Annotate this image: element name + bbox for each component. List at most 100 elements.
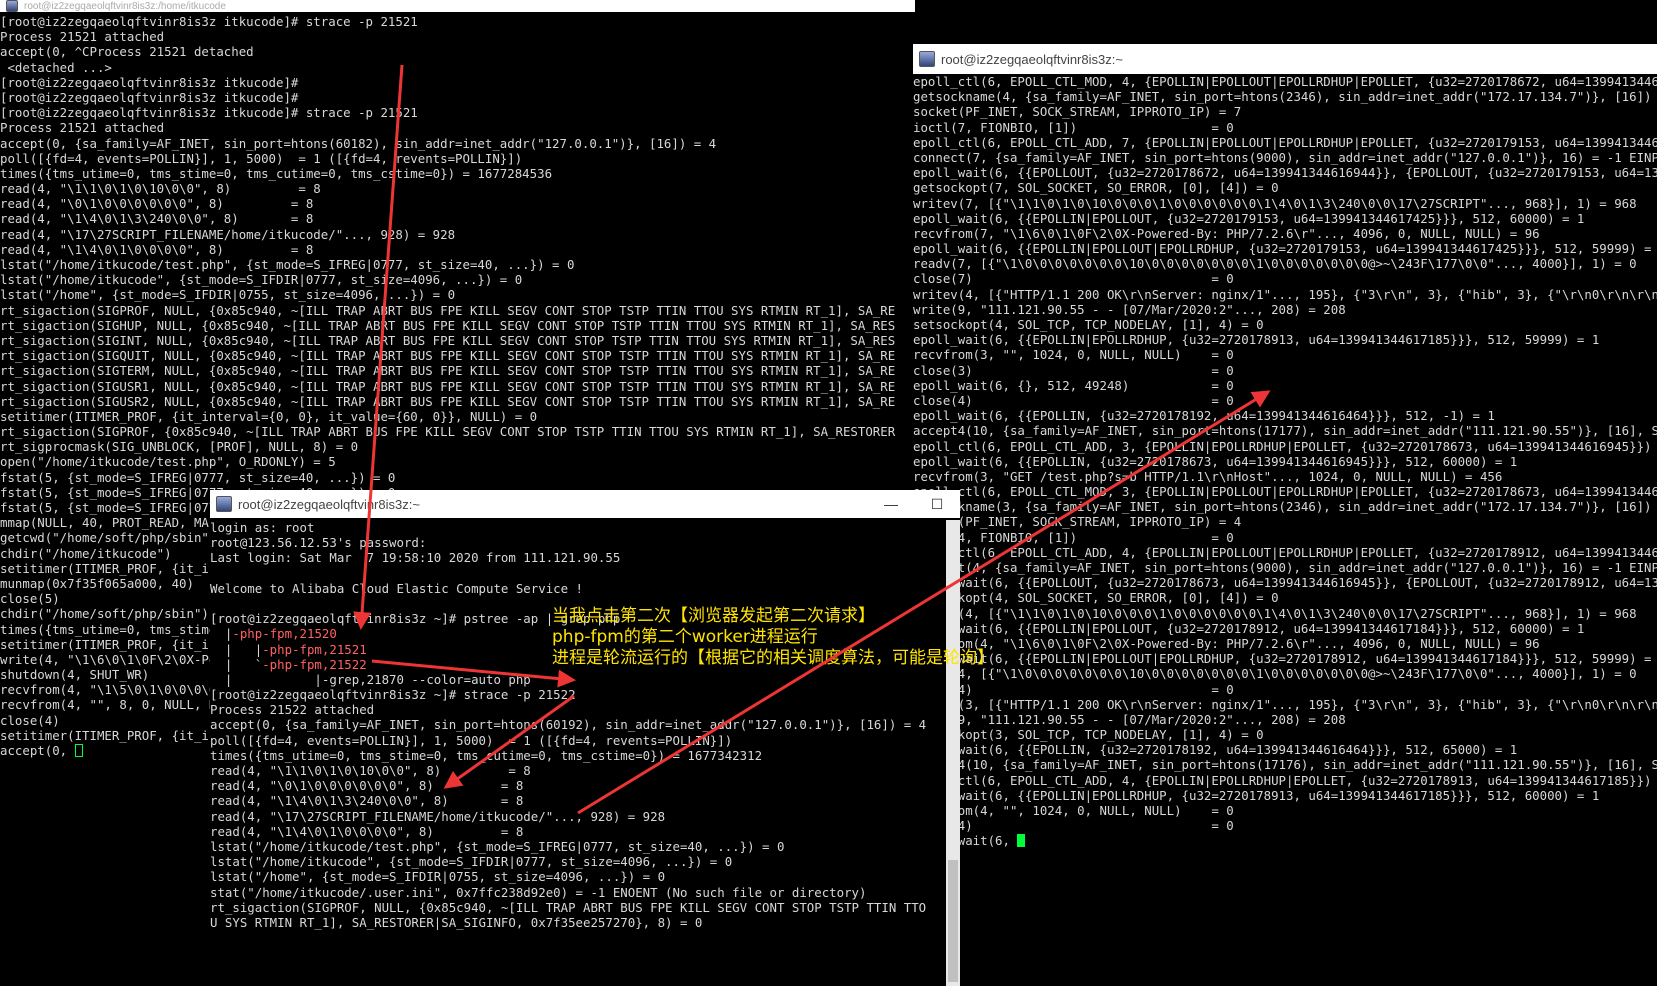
terminal-line: lstat("/home", {st_mode=S_IFDIR|0755, st… — [0, 287, 456, 303]
terminal-line: readv(7, [{"\1\0\0\0\0\0\0\0\10\0\0\0\0\… — [913, 256, 1637, 272]
terminal-line: read(4, "\17\27SCRIPT_FILENAME/home/itku… — [210, 808, 666, 824]
maximize-button[interactable]: ☐ — [914, 496, 960, 513]
terminal-line: ioctl(7, FIONBIO, [1]) = 0 — [913, 119, 1234, 135]
terminal-line: rt_sigprocmask(SIG_UNBLOCK, [PROF], NULL… — [0, 439, 359, 455]
annotation-line-2: php-fpm的第二个worker进程运行 — [552, 627, 818, 647]
terminal-line: epoll_ctl(6, EPOLL_CTL_MOD, 3, {EPOLLIN|… — [913, 484, 1657, 500]
pstree-process: -php-fpm,21522 — [262, 656, 367, 672]
terminal-line: recvfrom(3, "", 1024, 0, NULL, NULL) = 0 — [913, 347, 1234, 363]
annotation-line-3: 进程是轮流运行的【根据它的相关调度算法，可能是轮询】 — [552, 648, 994, 668]
terminal-line: poll([{fd=4, events=POLLIN}], 1, 5000) =… — [0, 150, 523, 166]
terminal-line: recvfrom(4, "", 1024, 0, NULL, NULL) = 0 — [913, 803, 1234, 818]
terminal-line: lstat("/home/itkucode/test.php", {st_mod… — [210, 838, 785, 854]
terminal-line: epoll_wait(6, {{EPOLLIN, {u32=2720178673… — [913, 453, 1518, 469]
terminal-line: rt_sigaction(SIGINT, NULL, {0x85c940, ~[… — [0, 332, 896, 348]
terminal-line: setsockopt(3, SOL_TCP, TCP_NODELAY, [1],… — [913, 727, 1264, 743]
front-window-titlebar[interactable]: root@iz2zegqaeolqftvinr8is3z:~ — ☐ — [210, 490, 960, 518]
terminal-line: epoll_wait(6, {{EPOLLIN|EPOLLOUT, {u32=2… — [913, 210, 1585, 226]
terminal-line: read(4, "\1\4\0\1\0\0\0\0", 8) = 8 — [210, 823, 524, 839]
terminal-line: getsockname(3, {sa_family=AF_INET, sin_p… — [913, 499, 1657, 515]
terminal-line: lstat("/home/itkucode", {st_mode=S_IFDIR… — [210, 854, 733, 870]
terminal-line: recvfrom(3, "GET /test.php?s=b HTTP/1.1\… — [913, 468, 1503, 484]
terminal-line: setitimer(ITIMER_PROF, {it_interval={0, … — [0, 408, 538, 424]
terminal-line: readv(4, [{"\1\0\0\0\0\0\0\0\10\0\0\0\0\… — [913, 666, 1637, 682]
terminal-line: rt_sigaction(SIGPROF, NULL, {0x85c940, ~… — [0, 302, 896, 318]
front-window-scrollbar[interactable] — [946, 520, 960, 986]
terminal-line: lstat("/home/itkucode/test.php", {st_mod… — [0, 257, 575, 272]
terminal-line: [root@iz2zegqaeolqftvinr8is3z itkucode]#… — [0, 105, 418, 121]
terminal-line: connect(7, {sa_family=AF_INET, sin_port=… — [913, 149, 1657, 165]
terminal-line: close(4) = 0 — [913, 818, 1234, 834]
terminal-line: socket(PF_INET, SOCK_STREAM, IPPROTO_IP)… — [913, 514, 1242, 530]
terminal-line: accept4(10, {sa_family=AF_INET, sin_port… — [913, 757, 1657, 773]
terminal-line: login as: root — [210, 520, 315, 535]
terminal-cursor — [1017, 834, 1026, 848]
terminal-line: epoll_ctl(6, EPOLL_CTL_MOD, 4, {EPOLLIN|… — [913, 74, 1657, 89]
terminal-line: writev(7, [{"\1\1\0\1\0\10\0\0\0\1\0\0\0… — [913, 195, 1637, 211]
front-terminal-output[interactable]: login as: root root@123.56.12.53's passwo… — [210, 520, 946, 986]
terminal-line: socket(PF_INET, SOCK_STREAM, IPPROTO_IP)… — [913, 104, 1242, 120]
terminal-line: [root@iz2zegqaeolqftvinr8is3z ~]# strace… — [210, 687, 576, 703]
terminal-line: close(4) = 0 — [913, 392, 1234, 408]
terminal-line: epoll_wait(6, {{EPOLLOUT, {u32=272017867… — [913, 165, 1657, 181]
scrollbar-thumb[interactable] — [948, 860, 958, 982]
top-window-titlebar[interactable]: root@iz2zegqaeolqftvinr8is3z:/home/itkuc… — [0, 0, 915, 12]
terminal-line: writev(4, [{"\1\1\0\1\0\10\0\0\0\1\0\0\0… — [913, 605, 1637, 621]
terminal-line: <detached ...> — [0, 59, 112, 75]
terminal-line: fstat(5, {st_mode=S_IFREG|0777, st_size=… — [0, 469, 396, 485]
terminal-line: Process 21522 attached — [210, 702, 375, 718]
right-terminal-output[interactable]: epoll_ctl(6, EPOLL_CTL_MOD, 4, {EPOLLIN|… — [913, 74, 1657, 854]
terminal-line: rt_sigaction(SIGUSR2, NULL, {0x85c940, ~… — [0, 393, 896, 409]
terminal-line: getsockopt(7, SOL_SOCKET, SO_ERROR, [0],… — [913, 180, 1279, 196]
terminal-line: times({tms_utime=0, tms_stime=0, tms_cut… — [210, 747, 763, 763]
terminal-line: write(9, "111.121.90.55 - - [07/Mar/2020… — [913, 711, 1346, 727]
terminal-line: accept(0, {sa_family=AF_INET, sin_port=h… — [0, 135, 717, 151]
terminal-line: lstat("/home", {st_mode=S_IFDIR|0755, st… — [210, 869, 666, 885]
terminal-line: rt_sigaction(SIGQUIT, NULL, {0x85c940, ~… — [0, 348, 896, 364]
minimize-button[interactable]: — — [868, 496, 914, 513]
terminal-line: epoll_wait(6, {{EPOLLIN, {u32=2720178192… — [913, 742, 1518, 758]
terminal-line: Process 21521 attached — [0, 120, 165, 136]
terminal-line: read(4, "\0\1\0\0\0\0\0\0", 8) = 8 — [0, 196, 314, 212]
terminal-line: accept4(10, {sa_family=AF_INET, sin_port… — [913, 423, 1657, 439]
terminal-line: epoll_wait(6, {{EPOLLIN|EPOLLRDHUP, {u32… — [913, 787, 1600, 803]
annotation-text: 当我点击第二次【浏览器发起第二次请求】 php-fpm的第二个worker进程运… — [552, 606, 994, 669]
terminal-line: read(4, "\1\4\0\1\3\240\0\0", 8) = 8 — [0, 211, 314, 227]
terminal-line: rt_sigaction(SIGUSR1, NULL, {0x85c940, ~… — [0, 378, 896, 394]
terminal-line: getsockname(4, {sa_family=AF_INET, sin_p… — [913, 89, 1657, 105]
right-window-titlebar[interactable]: root@iz2zegqaeolqftvinr8is3z:~ — [913, 44, 1657, 74]
right-terminal-window[interactable]: root@iz2zegqaeolqftvinr8is3z:~ epoll_ctl… — [913, 44, 1657, 854]
terminal-line: epoll_wait(6, {{EPOLLIN, {u32=2720178192… — [913, 408, 1495, 424]
terminal-line: writev(3, [{"HTTP/1.1 200 OK\r\nServer: … — [913, 696, 1657, 712]
terminal-line: root@123.56.12.53's password: — [210, 535, 427, 551]
top-window-title: root@iz2zegqaeolqftvinr8is3z:/home/itkuc… — [24, 0, 226, 12]
terminal-line: epoll_wait(6, {{EPOLLIN|EPOLLRDHUP, {u32… — [913, 332, 1600, 348]
terminal-line: epoll_ctl(6, EPOLL_CTL_ADD, 3, {EPOLLIN|… — [913, 438, 1657, 454]
terminal-line: poll([{fd=4, events=POLLIN}], 1, 5000) =… — [210, 732, 733, 748]
putty-icon — [216, 496, 232, 512]
front-terminal-window[interactable]: root@iz2zegqaeolqftvinr8is3z:~ — ☐ login… — [210, 490, 960, 986]
terminal-line: epoll_wait(6, {{EPOLLOUT, {u32=272017867… — [913, 575, 1657, 591]
terminal-line: rt_sigaction(SIGPROF, {0x85c940, ~[ILL T… — [0, 424, 896, 440]
terminal-line: Welcome to Alibaba Cloud Elastic Compute… — [210, 580, 583, 596]
terminal-line: close(3) = 0 — [913, 362, 1234, 378]
terminal-line: rt_sigaction(SIGHUP, NULL, {0x85c940, ~[… — [0, 317, 896, 333]
terminal-line: read(4, "\17\27SCRIPT_FILENAME/home/itku… — [0, 226, 456, 242]
terminal-line: | |-grep,21870 --color=auto php — [210, 671, 531, 687]
terminal-line: getsockopt(4, SOL_SOCKET, SO_ERROR, [0],… — [913, 590, 1279, 606]
terminal-line: accept(0, {sa_family=AF_INET, sin_port=h… — [210, 717, 927, 733]
annotation-line-1: 当我点击第二次【浏览器发起第二次请求】 — [552, 606, 875, 626]
terminal-line: lstat("/home/itkucode", {st_mode=S_IFDIR… — [0, 272, 523, 288]
terminal-line: epoll_ctl(6, EPOLL_CTL_ADD, 4, {EPOLLIN|… — [913, 544, 1657, 560]
terminal-line: times({tms_utime=0, tms_stime=0, tms_cut… — [0, 165, 553, 181]
terminal-line: epoll_wait(6, — [913, 833, 1657, 848]
putty-icon — [6, 0, 18, 12]
terminal-line: ioctl(4, FIONBIO, [1]) = 0 — [913, 529, 1234, 545]
terminal-line: Last login: Sat Mar 7 19:58:10 2020 from… — [210, 550, 621, 566]
terminal-line: read(4, "\1\1\0\1\0\10\0\0", 8) = 8 — [0, 181, 321, 197]
terminal-line: rt_sigaction(SIGTERM, NULL, {0x85c940, ~… — [0, 363, 896, 379]
front-window-title: root@iz2zegqaeolqftvinr8is3z:~ — [238, 496, 420, 512]
terminal-line: epoll_ctl(6, EPOLL_CTL_ADD, 4, {EPOLLIN|… — [913, 772, 1657, 788]
terminal-line: recvfrom(7, "\1\6\0\1\0F\2\0X-Powered-By… — [913, 225, 1540, 241]
